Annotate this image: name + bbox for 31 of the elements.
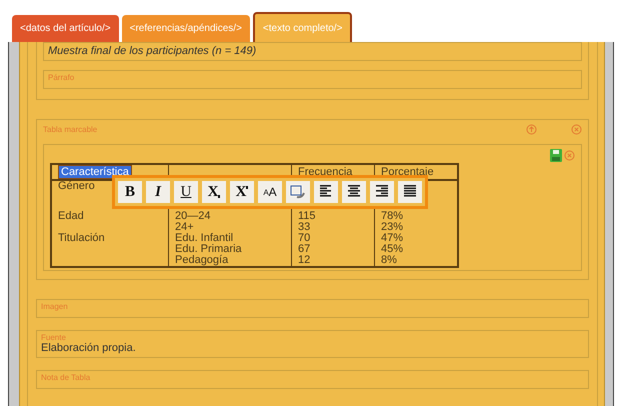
- field-label: Párrafo: [48, 73, 76, 82]
- table-cell: 47% 45% 8%: [374, 233, 458, 267]
- fontsize-button[interactable]: AA: [258, 181, 282, 203]
- table-cell: 78% 23%: [374, 211, 458, 233]
- field-label: Imagen: [41, 302, 69, 311]
- table-cell: Edad: [51, 211, 168, 233]
- subscript-button[interactable]: X: [202, 181, 226, 203]
- source-text: Elaboración propia.: [41, 342, 137, 354]
- caption-text: Muestra final de los participantes (n = 149): [48, 45, 258, 57]
- bold-button[interactable]: B: [118, 181, 142, 203]
- field-label: Fuente: [41, 333, 67, 342]
- align-right-button[interactable]: [370, 181, 394, 203]
- table-cell: Titulación: [51, 233, 168, 267]
- table-cell: 115 33: [292, 211, 374, 233]
- align-left-button[interactable]: [314, 181, 338, 203]
- source-field[interactable]: Fuente Elaboración propia.: [36, 330, 589, 358]
- field-label: Nota de Tabla: [41, 373, 92, 382]
- panel-label: Tabla marcable: [43, 125, 98, 134]
- table-cell: 20—24 24+: [168, 211, 292, 233]
- underline-button[interactable]: U: [174, 181, 198, 203]
- save-icon[interactable]: [550, 148, 562, 162]
- align-center-button[interactable]: [342, 181, 366, 203]
- table-cell: 70 67 12: [292, 233, 374, 267]
- paste-button[interactable]: [286, 181, 310, 203]
- table-cell: Edu. Infantil Edu. Primaria Pedagogía: [168, 233, 292, 267]
- caption-field[interactable]: Muestra final de los participantes (n = 149): [43, 42, 582, 61]
- paste-format-icon: [290, 185, 306, 199]
- superscript-button[interactable]: X: [230, 181, 254, 203]
- tab[interactable]: <datos del artículo/>: [12, 15, 119, 42]
- italic-button[interactable]: I: [146, 181, 170, 203]
- justify-button[interactable]: [398, 181, 422, 203]
